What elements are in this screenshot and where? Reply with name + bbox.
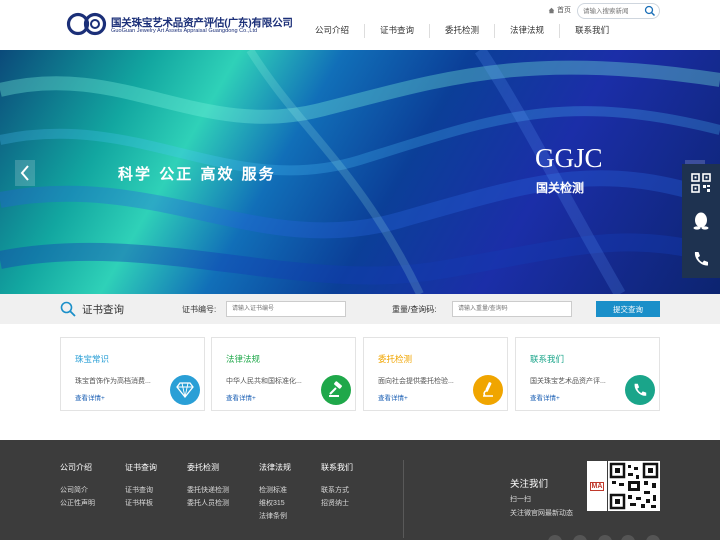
card-laws[interactable]: 法律法规 中华人民共和国标准化... 查看详情+ xyxy=(211,337,356,411)
follow-title: 关注我们 xyxy=(510,479,549,490)
card-more-link[interactable]: 查看详情+ xyxy=(378,392,408,402)
footer-col-testing: 委托检测 委托快递检测 委托人员检测 xyxy=(187,462,229,510)
cert-number-input[interactable] xyxy=(226,301,346,317)
card-contact-us[interactable]: 联系我们 国关珠宝艺术品资产评... 查看详情+ xyxy=(515,337,660,411)
site-search xyxy=(577,3,660,19)
card-desc: 国关珠宝艺术品资产评... xyxy=(530,378,606,385)
qq-icon xyxy=(693,212,709,230)
nav-company-intro[interactable]: 公司介绍 xyxy=(300,24,366,38)
home-link[interactable]: 首页 xyxy=(548,5,571,15)
gavel-icon xyxy=(321,375,351,405)
microscope-icon xyxy=(473,375,503,405)
card-title: 委托检测 xyxy=(378,354,413,364)
site-footer: 公司介绍 公司简介 公正性声明 证书查询 证书查询 证书样板 委托检测 委托快递… xyxy=(0,440,720,540)
footer-link[interactable]: 维权315 xyxy=(259,497,291,510)
submit-query-button[interactable]: 提交查询 xyxy=(596,301,660,317)
side-qq-button[interactable] xyxy=(682,202,720,240)
banner-mark: GGJC xyxy=(535,143,603,173)
nav-certificate-query[interactable]: 证书查询 xyxy=(365,24,431,38)
footer-col-certificate: 证书查询 证书查询 证书样板 xyxy=(125,462,157,510)
footer-link[interactable]: 证书查询 xyxy=(125,484,157,497)
nav-entrusted-testing[interactable]: 委托检测 xyxy=(430,24,496,38)
banner-slogan: 科学 公正 高效 服务 xyxy=(118,165,276,183)
footer-col-contact: 联系我们 联系方式 招贤纳士 xyxy=(321,462,353,510)
banner-prev-button[interactable] xyxy=(15,160,35,186)
diamond-icon xyxy=(170,375,200,405)
card-desc: 面向社会提供委托检验... xyxy=(378,378,454,385)
card-jewelry-knowledge[interactable]: 珠宝常识 珠宝首饰作为高档消费... 查看详情+ xyxy=(60,337,205,411)
footer-link[interactable]: 招贤纳士 xyxy=(321,497,353,510)
card-title: 联系我们 xyxy=(530,354,565,364)
hero-banner: 科学 公正 高效 服务 GGJC 国关检测 xyxy=(0,50,720,294)
main-nav: 公司介绍 证书查询 委托检测 法律法规 联系我们 xyxy=(300,24,624,38)
home-icon xyxy=(548,7,555,13)
footer-heading[interactable]: 证书查询 xyxy=(125,462,157,473)
footer-link[interactable]: 法律条例 xyxy=(259,510,291,523)
cert-number-label: 证书编号: xyxy=(182,305,217,314)
nav-contact-us[interactable]: 联系我们 xyxy=(560,24,624,38)
home-link-label: 首页 xyxy=(557,7,571,14)
footer-link[interactable]: 公正性声明 xyxy=(60,497,95,510)
follow-scan: 扫一扫 xyxy=(510,496,531,503)
nav-laws[interactable]: 法律法规 xyxy=(495,24,561,38)
card-more-link[interactable]: 查看详情+ xyxy=(75,392,105,402)
side-phone-button[interactable] xyxy=(682,240,720,278)
footer-link[interactable]: 证书样板 xyxy=(125,497,157,510)
card-desc: 珠宝首饰作为高档消费... xyxy=(75,378,151,385)
card-more-link[interactable]: 查看详情+ xyxy=(530,392,560,402)
certificate-query-bar: 证书查询 证书编号: 重量/查询码: 提交查询 xyxy=(0,294,720,324)
footer-heading[interactable]: 公司介绍 xyxy=(60,462,95,473)
social-icon[interactable] xyxy=(573,535,587,540)
phone-icon xyxy=(694,252,708,266)
banner-background-art xyxy=(0,50,720,294)
cma-badge-text: MA xyxy=(589,481,605,491)
cma-badge: MA xyxy=(587,461,607,511)
footer-link[interactable]: 委托快递检测 xyxy=(187,484,229,497)
weight-code-input[interactable] xyxy=(452,301,572,317)
footer-link[interactable]: 公司简介 xyxy=(60,484,95,497)
social-icon[interactable] xyxy=(548,535,562,540)
card-entrusted-testing[interactable]: 委托检测 面向社会提供委托检验... 查看详情+ xyxy=(363,337,508,411)
card-title: 法律法规 xyxy=(226,354,261,364)
footer-col-laws: 法律法规 检测标准 维权315 法律条例 xyxy=(259,462,291,523)
floating-side-bar xyxy=(682,164,720,278)
search-input[interactable] xyxy=(583,6,643,16)
search-icon xyxy=(60,301,76,317)
banner-mark-cn: 国关检测 xyxy=(536,181,585,195)
footer-col-company: 公司介绍 公司简介 公正性声明 xyxy=(60,462,95,510)
brand-name-en: GuoGuan Jewelry Art Assets Appraisal Gua… xyxy=(111,28,258,34)
card-more-link[interactable]: 查看详情+ xyxy=(226,392,256,402)
footer-link[interactable]: 联系方式 xyxy=(321,484,353,497)
footer-divider xyxy=(403,460,404,538)
social-icon[interactable] xyxy=(646,535,660,540)
footer-link[interactable]: 委托人员检测 xyxy=(187,497,229,510)
site-header: 国关珠宝艺术品资产评估(广东)有限公司 GuoGuan Jewelry Art … xyxy=(0,0,720,50)
footer-heading[interactable]: 委托检测 xyxy=(187,462,229,473)
card-desc: 中华人民共和国标准化... xyxy=(226,378,302,385)
card-title: 珠宝常识 xyxy=(75,354,110,364)
side-qr-button[interactable] xyxy=(682,164,720,202)
social-icon[interactable] xyxy=(621,535,635,540)
wechat-qr-code xyxy=(608,461,660,511)
footer-heading[interactable]: 法律法规 xyxy=(259,462,291,473)
qr-code-icon xyxy=(691,173,711,193)
social-icon[interactable] xyxy=(598,535,612,540)
search-icon[interactable] xyxy=(644,5,656,17)
company-logo[interactable] xyxy=(66,12,108,36)
phone-icon xyxy=(625,375,655,405)
footer-link[interactable]: 检测标准 xyxy=(259,484,291,497)
query-title: 证书查询 xyxy=(82,304,124,316)
chevron-left-icon xyxy=(20,165,29,181)
weight-code-label: 重量/查询码: xyxy=(392,305,437,314)
footer-heading[interactable]: 联系我们 xyxy=(321,462,353,473)
follow-desc: 关注微官网最新动态 xyxy=(510,510,573,517)
